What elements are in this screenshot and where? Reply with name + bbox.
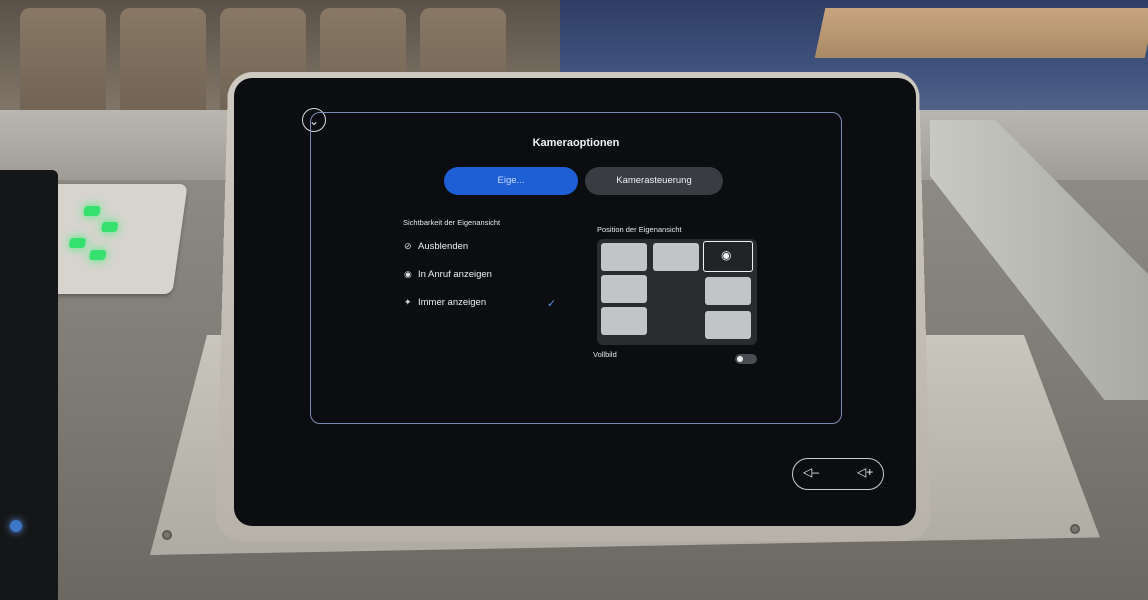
screw xyxy=(162,530,172,540)
option-label: Ausblenden xyxy=(418,241,469,252)
position-cell-bottom-left[interactable] xyxy=(601,307,647,335)
position-cell-top-right[interactable]: ◉ xyxy=(703,241,753,272)
touch-screen: ⌄ Kameraoptionen Eige... Kamerasteuerung… xyxy=(234,78,916,526)
screw xyxy=(1070,524,1080,534)
device-indicator-light xyxy=(10,520,22,532)
position-cell-middle-left[interactable] xyxy=(601,275,647,303)
tab-camera-control[interactable]: Kamerasteuerung xyxy=(585,167,723,195)
volume-up-icon[interactable]: ◁+ xyxy=(857,465,873,479)
desk xyxy=(814,8,1148,58)
position-cell-bottom-right[interactable] xyxy=(705,311,751,339)
check-icon: ✓ xyxy=(547,298,557,310)
option-hide[interactable]: ⊘ Ausblenden xyxy=(404,241,468,252)
seat xyxy=(120,8,206,118)
side-device xyxy=(0,170,58,600)
volume-control: ◁– ◁+ xyxy=(792,458,884,490)
background-scene: ⌄ Kameraoptionen Eige... Kamerasteuerung… xyxy=(0,0,1148,600)
status-led xyxy=(68,238,87,248)
position-cell-top-center[interactable] xyxy=(653,243,699,271)
volume-down-icon[interactable]: ◁– xyxy=(803,465,819,479)
seat xyxy=(20,8,106,118)
self-view-camera-icon: ◉ xyxy=(721,248,732,262)
option-label: Immer anzeigen xyxy=(418,297,487,308)
option-show-in-call[interactable]: ◉ In Anruf anzeigen xyxy=(404,269,492,280)
status-led xyxy=(83,206,101,216)
pin-icon: ✦ xyxy=(404,297,412,307)
self-view-position-grid: ◉ xyxy=(597,239,757,345)
camera-options-dialog: Kameraoptionen Eige... Kamerasteuerung S… xyxy=(310,112,842,424)
position-heading: Position der Eigenansicht xyxy=(597,225,682,234)
option-label: In Anruf anzeigen xyxy=(418,269,492,280)
option-always-show[interactable]: ✦ Immer anzeigen xyxy=(404,297,486,308)
position-cell-top-left[interactable] xyxy=(601,243,647,271)
status-led xyxy=(89,250,107,260)
position-cell-middle-right[interactable] xyxy=(705,277,751,305)
toggle-knob xyxy=(737,356,743,362)
visibility-heading: Sichtbarkeit der Eigenansicht xyxy=(403,218,501,227)
dialog-title: Kameraoptionen xyxy=(532,137,620,149)
status-led xyxy=(100,222,119,232)
fullscreen-toggle[interactable] xyxy=(735,354,757,364)
eye-icon: ◉ xyxy=(404,269,412,279)
eye-slash-icon: ⊘ xyxy=(404,241,412,251)
tab-self-view[interactable]: Eige... xyxy=(444,167,578,195)
fullscreen-label: Vollbild xyxy=(593,350,617,359)
